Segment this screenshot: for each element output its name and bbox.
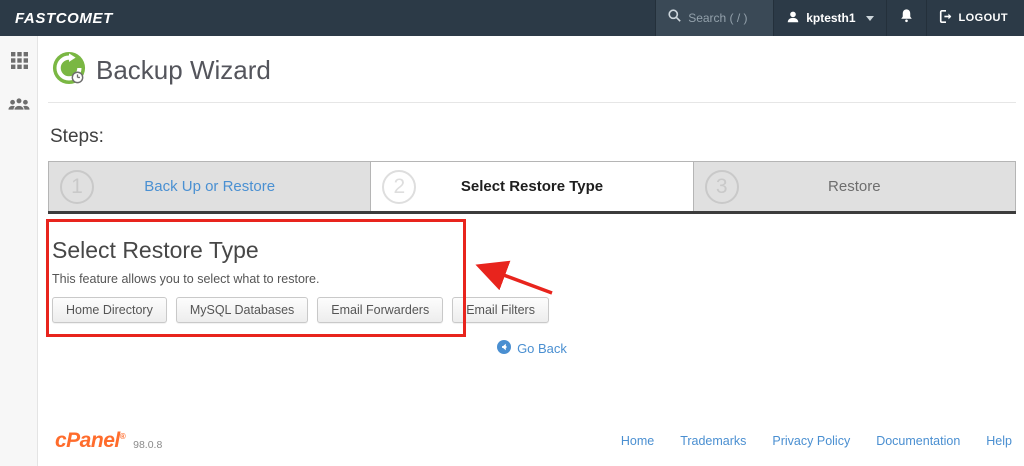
cpanel-version: 98.0.8: [133, 439, 162, 451]
logout-button[interactable]: LOGOUT: [926, 0, 1024, 36]
main-content: Backup Wizard Steps: 1 Back Up or Restor…: [38, 36, 1024, 466]
go-back-link[interactable]: Go Back: [497, 340, 567, 357]
logout-label: LOGOUT: [959, 12, 1008, 24]
search-input[interactable]: [688, 11, 768, 25]
top-navigation-bar: FASTCOMET kptesth1: [0, 0, 1024, 36]
steps-heading: Steps:: [48, 126, 1016, 148]
page-header: Backup Wizard: [48, 51, 1016, 90]
registered-mark: ®: [120, 432, 125, 441]
step-1-label[interactable]: Back Up or Restore: [144, 178, 275, 195]
email-filters-button[interactable]: Email Filters: [452, 297, 549, 323]
users-group-icon: [8, 96, 30, 119]
section-heading: Select Restore Type: [52, 237, 1016, 264]
step-1-backup-or-restore[interactable]: 1 Back Up or Restore: [48, 161, 371, 211]
email-forwarders-button[interactable]: Email Forwarders: [317, 297, 443, 323]
step-2-label: Select Restore Type: [461, 178, 603, 195]
bell-icon: [899, 8, 914, 28]
sidebar-item-apps[interactable]: [0, 46, 38, 80]
grid-icon: [11, 52, 28, 74]
mysql-databases-button[interactable]: MySQL Databases: [176, 297, 308, 323]
step-2-select-restore-type: 2 Select Restore Type: [370, 161, 693, 211]
step-1-number: 1: [60, 170, 94, 204]
backup-wizard-icon: [52, 51, 86, 90]
go-back-row: Go Back: [48, 340, 1016, 359]
sidebar-item-users[interactable]: [0, 90, 38, 124]
footer-link-home[interactable]: Home: [621, 434, 654, 448]
cpanel-logo[interactable]: cPanel®: [55, 429, 125, 453]
home-directory-button[interactable]: Home Directory: [52, 297, 167, 323]
username: kptesth1: [806, 11, 855, 25]
footer-links: Home Trademarks Privacy Policy Documenta…: [621, 434, 1012, 448]
search-box[interactable]: [655, 0, 773, 36]
logout-icon: [939, 10, 953, 26]
footer-link-help[interactable]: Help: [986, 434, 1012, 448]
left-sidebar: [0, 36, 38, 466]
section-description: This feature allows you to select what t…: [52, 272, 1016, 286]
back-arrow-icon: [497, 340, 511, 357]
backup-wizard-page: FASTCOMET kptesth1: [0, 0, 1024, 466]
step-2-number: 2: [382, 170, 416, 204]
go-back-label: Go Back: [517, 341, 567, 356]
restore-type-buttons: Home Directory MySQL Databases Email For…: [52, 297, 1016, 323]
topbar-right-group: kptesth1 LOGOUT: [655, 0, 1024, 36]
step-3-number: 3: [705, 170, 739, 204]
page-footer: cPanel® 98.0.8 Home Trademarks Privacy P…: [38, 424, 1024, 458]
footer-link-documentation[interactable]: Documentation: [876, 434, 960, 448]
header-divider: [48, 102, 1016, 103]
search-icon: [668, 9, 681, 27]
user-icon: [786, 10, 800, 27]
step-3-label: Restore: [828, 178, 881, 195]
footer-link-trademarks[interactable]: Trademarks: [680, 434, 746, 448]
select-restore-type-section: Select Restore Type This feature allows …: [48, 237, 1016, 323]
chevron-down-icon: [866, 16, 874, 21]
step-3-restore: 3 Restore: [693, 161, 1016, 211]
notifications-button[interactable]: [886, 0, 926, 36]
fastcomet-logo[interactable]: FASTCOMET: [0, 0, 113, 36]
footer-link-privacy-policy[interactable]: Privacy Policy: [772, 434, 850, 448]
step-bar: 1 Back Up or Restore 2 Select Restore Ty…: [48, 161, 1016, 214]
user-menu[interactable]: kptesth1: [773, 0, 885, 36]
page-title: Backup Wizard: [96, 55, 271, 86]
